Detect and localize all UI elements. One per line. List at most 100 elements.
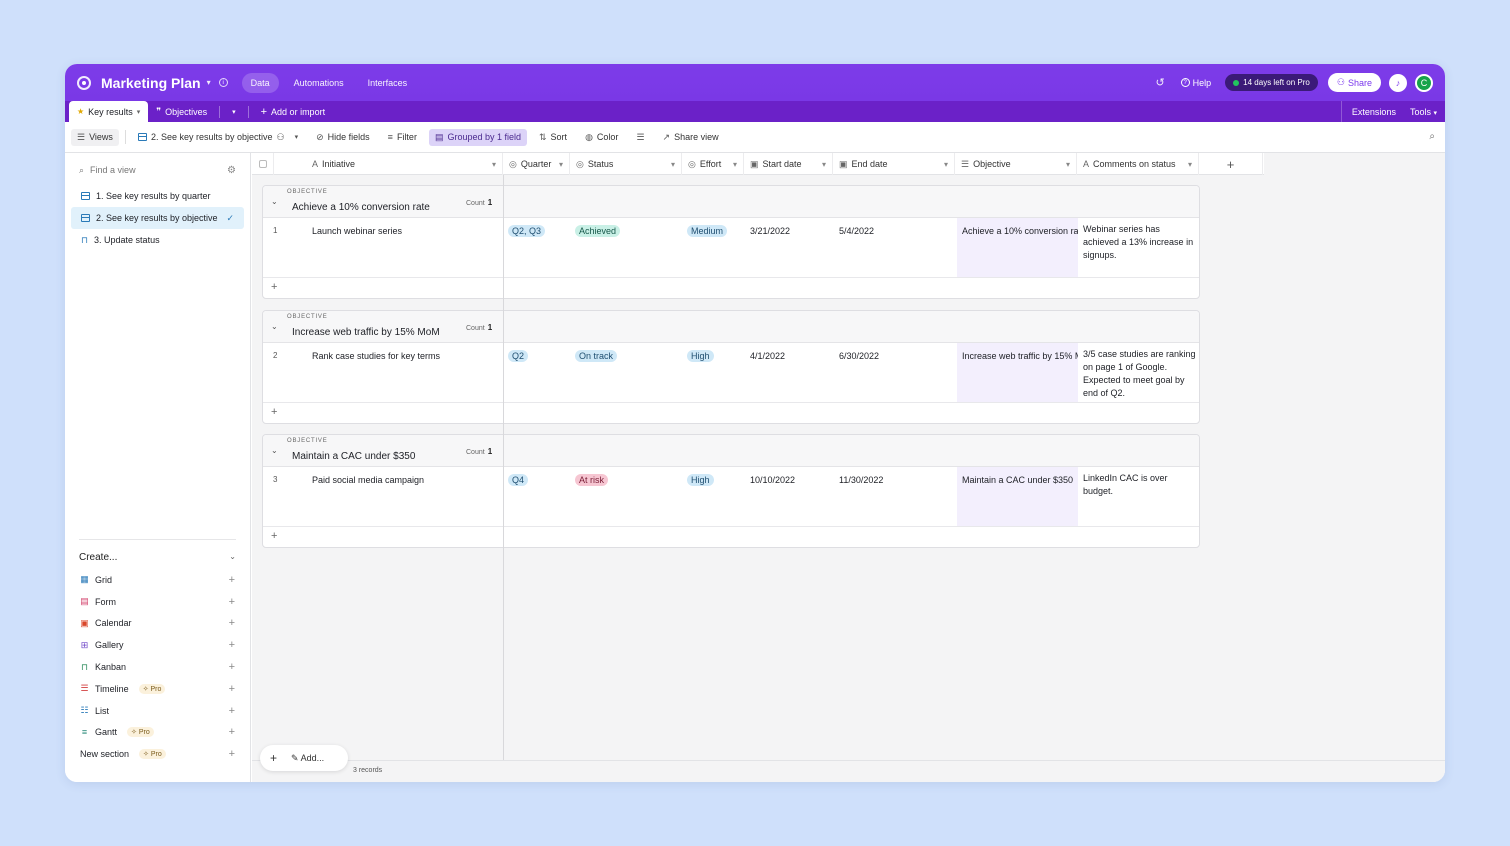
- column-header-status[interactable]: ◎ Status ▾: [570, 153, 682, 175]
- share-button[interactable]: ⚇ Share: [1327, 73, 1381, 92]
- cell-quarter[interactable]: Q4: [508, 474, 529, 486]
- current-view-button[interactable]: 2. See key results by objective ⚇ ▾: [132, 129, 304, 146]
- plus-icon[interactable]: +: [229, 574, 235, 586]
- create-header[interactable]: Create... ⌄: [79, 539, 236, 569]
- plus-icon[interactable]: +: [229, 617, 235, 629]
- tab-automations[interactable]: Automations: [285, 73, 353, 93]
- create-item[interactable]: ☷ List +: [65, 700, 250, 722]
- column-header-start-date[interactable]: ▣ Start date ▾: [744, 153, 833, 175]
- trial-badge[interactable]: 14 days left on Pro: [1225, 74, 1318, 91]
- table-row[interactable]: 3 Paid social media campaign Q4 At risk High…: [263, 467, 1199, 527]
- search-icon[interactable]: ⌕: [1429, 131, 1435, 142]
- cell-status[interactable]: Achieved: [575, 225, 621, 237]
- add-field-button[interactable]: +: [1199, 153, 1263, 175]
- plus-icon[interactable]: +: [229, 661, 235, 673]
- column-header-effort[interactable]: ◎ Effort ▾: [682, 153, 744, 175]
- plus-icon[interactable]: +: [229, 705, 235, 717]
- info-icon[interactable]: i: [218, 78, 228, 87]
- cell-end-date[interactable]: 5/4/2022: [839, 226, 874, 236]
- cell-end-date[interactable]: 6/30/2022: [839, 351, 879, 361]
- column-header-quarter[interactable]: ◎ Quarter ▾: [503, 153, 570, 175]
- plus-icon[interactable]: +: [229, 726, 235, 738]
- create-item[interactable]: ⊞ Gallery +: [65, 634, 250, 656]
- plus-icon[interactable]: +: [229, 596, 235, 608]
- base-title[interactable]: Marketing Plan: [101, 75, 201, 91]
- sidebar-view-item[interactable]: ⊓ 3. Update status: [71, 229, 244, 251]
- cell-objective[interactable]: Maintain a CAC under $350: [957, 467, 1078, 526]
- color-button[interactable]: ◍ Color: [579, 129, 624, 146]
- cell-start-date[interactable]: 4/1/2022: [750, 351, 785, 361]
- avatar[interactable]: C: [1415, 73, 1433, 92]
- app-logo-icon[interactable]: [77, 75, 91, 90]
- share-view-button[interactable]: ↗ Share view: [657, 129, 725, 146]
- sidebar-view-item[interactable]: 1. See key results by quarter: [71, 185, 244, 207]
- hide-fields-button[interactable]: ⊘ Hide fields: [310, 129, 376, 146]
- group-button[interactable]: ▤ Grouped by 1 field: [428, 128, 527, 146]
- cell-initiative[interactable]: Launch webinar series: [312, 226, 402, 236]
- cell-initiative[interactable]: Paid social media campaign: [312, 475, 424, 485]
- views-toggle-button[interactable]: ☰ Views: [71, 128, 119, 146]
- cell-objective[interactable]: Achieve a 10% conversion rate: [957, 218, 1078, 277]
- table-row[interactable]: 1 Launch webinar series Q2, Q3 Achieved Medi…: [263, 218, 1199, 278]
- chevron-down-icon[interactable]: ⌄: [271, 446, 278, 455]
- create-item[interactable]: ▤ Form +: [65, 591, 250, 613]
- table-tab-key-results[interactable]: ★ Key results ▾: [69, 101, 149, 122]
- find-view-input[interactable]: ⌕ Find a view ⚙: [65, 155, 250, 185]
- plus-icon[interactable]: +: [229, 748, 235, 760]
- row-height-button[interactable]: ☰: [630, 129, 650, 146]
- create-item[interactable]: New section ✧ Pro +: [65, 743, 250, 765]
- add-row-button[interactable]: +: [263, 403, 1199, 423]
- cell-end-date[interactable]: 11/30/2022: [839, 475, 883, 485]
- gear-icon[interactable]: ⚙: [227, 165, 236, 176]
- add-row-button[interactable]: +: [263, 278, 1199, 298]
- column-header-end-date[interactable]: ▣ End date ▾: [833, 153, 955, 175]
- cell-effort[interactable]: High: [687, 350, 714, 362]
- group-header[interactable]: ⌄ OBJECTIVE Maintain a CAC under $350 Count…: [263, 435, 1199, 467]
- tools-button[interactable]: Tools ▾: [1410, 107, 1437, 117]
- add-record-button[interactable]: + ✎ Add...: [260, 745, 348, 771]
- cell-objective[interactable]: Increase web traffic by 15% MoM: [957, 343, 1078, 402]
- frozen-column-divider[interactable]: [503, 175, 504, 782]
- sort-button[interactable]: ⇅ Sort: [533, 129, 573, 146]
- filter-button[interactable]: ≡ Filter: [382, 129, 423, 145]
- cell-comment[interactable]: Webinar series has achieved a 13% increa…: [1083, 223, 1198, 262]
- history-icon[interactable]: ↺: [1155, 76, 1164, 89]
- plus-icon[interactable]: +: [229, 639, 235, 651]
- tab-data[interactable]: Data: [241, 72, 279, 93]
- tab-interfaces[interactable]: Interfaces: [359, 73, 417, 93]
- add-row-button[interactable]: +: [263, 527, 1199, 547]
- column-header-initiative[interactable]: A Initiative ▾: [274, 153, 503, 175]
- help-button[interactable]: ? Help: [1180, 78, 1211, 88]
- cell-quarter[interactable]: Q2, Q3: [508, 225, 546, 237]
- cell-start-date[interactable]: 3/21/2022: [750, 226, 790, 236]
- group-header[interactable]: ⌄ OBJECTIVE Achieve a 10% conversion rate C…: [263, 186, 1199, 218]
- sidebar-view-item-active[interactable]: 2. See key results by objective ✓: [71, 207, 244, 229]
- cell-effort[interactable]: Medium: [687, 225, 728, 237]
- extensions-button[interactable]: Extensions: [1352, 107, 1396, 117]
- cell-initiative[interactable]: Rank case studies for key terms: [312, 351, 440, 361]
- cell-effort[interactable]: High: [687, 474, 714, 486]
- bell-icon[interactable]: ♪: [1389, 73, 1407, 92]
- create-item[interactable]: ☰ Timeline ✧ Pro +: [65, 678, 250, 700]
- chevron-down-icon[interactable]: ▾: [137, 108, 141, 116]
- create-item[interactable]: ▣ Calendar +: [65, 613, 250, 635]
- chevron-down-icon[interactable]: ⌄: [271, 197, 278, 206]
- group-header[interactable]: ⌄ OBJECTIVE Increase web traffic by 15% Mo…: [263, 311, 1199, 343]
- select-all-checkbox[interactable]: [252, 153, 274, 175]
- column-header-objective[interactable]: ☰ Objective ▾: [955, 153, 1077, 175]
- cell-status[interactable]: At risk: [575, 474, 609, 486]
- chevron-down-icon[interactable]: ▾: [207, 78, 211, 87]
- add-import-button[interactable]: + Add or import: [253, 101, 333, 122]
- create-item[interactable]: ▦ Grid +: [65, 569, 250, 591]
- cell-start-date[interactable]: 10/10/2022: [750, 475, 795, 485]
- chevron-down-icon[interactable]: ⌄: [271, 322, 278, 331]
- table-tab-objectives[interactable]: ❞ Objectives: [148, 101, 215, 122]
- cell-comment[interactable]: LinkedIn CAC is over budget.: [1083, 472, 1198, 498]
- cell-status[interactable]: On track: [575, 350, 618, 362]
- cell-comment[interactable]: 3/5 case studies are ranking on page 1 o…: [1083, 348, 1198, 400]
- cell-quarter[interactable]: Q2: [508, 350, 529, 362]
- all-tables-dropdown[interactable]: ▾: [224, 101, 244, 122]
- table-row[interactable]: 2 Rank case studies for key terms Q2 On tra…: [263, 343, 1199, 403]
- column-header-comments[interactable]: A Comments on status ▾: [1077, 153, 1199, 175]
- plus-icon[interactable]: +: [229, 683, 235, 695]
